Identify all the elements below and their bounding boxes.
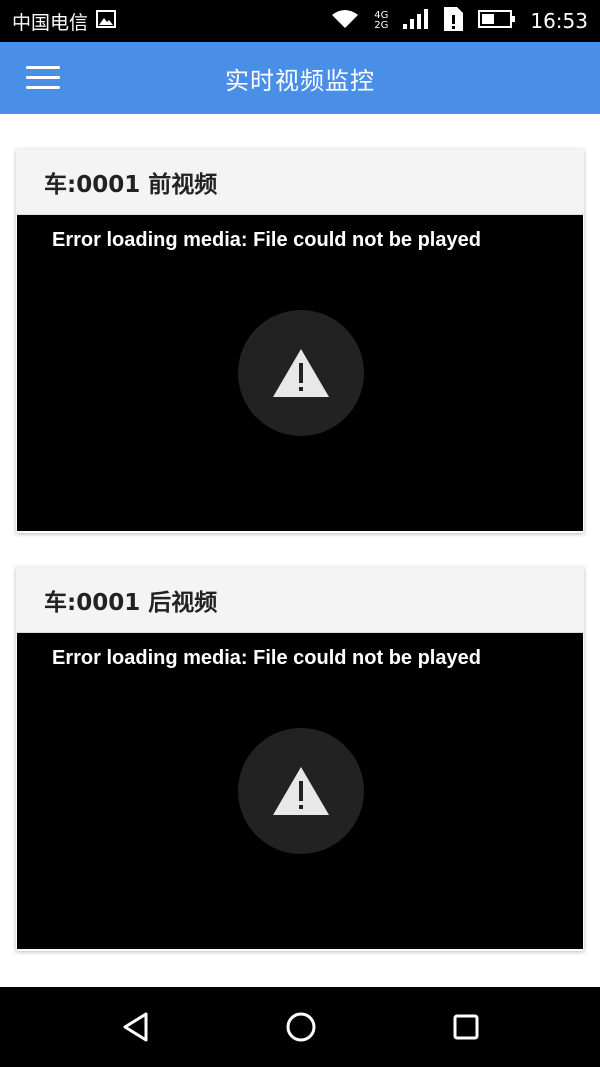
card-title: 车:0001 前视频: [16, 149, 584, 215]
carrier-label: 中国电信: [12, 11, 89, 34]
wifi-icon: [330, 8, 360, 35]
signal-icon: [402, 8, 429, 35]
battery-icon: [478, 9, 516, 34]
rear-video-card: 车:0001 后视频 Error loading media: File cou…: [16, 567, 584, 951]
sim-alert-icon: [442, 6, 464, 37]
error-message: Error loading media: File could not be p…: [52, 647, 481, 669]
status-bar: 中国电信 4G 2G 16:53: [0, 0, 600, 42]
back-triangle-icon[interactable]: [116, 1007, 156, 1047]
warning-icon: [238, 310, 364, 436]
home-circle-icon[interactable]: [281, 1007, 321, 1047]
clock-label: 16:53: [530, 9, 588, 33]
network-type-label: 4G 2G: [374, 10, 389, 31]
video-player[interactable]: Error loading media: File could not be p…: [17, 633, 583, 949]
warning-icon: [238, 728, 364, 854]
page-title: 实时视频监控: [225, 66, 375, 95]
video-player[interactable]: Error loading media: File could not be p…: [17, 215, 583, 531]
gallery-notification-icon: [96, 9, 117, 33]
card-title: 车:0001 后视频: [16, 567, 584, 633]
recents-square-icon[interactable]: [446, 1007, 486, 1047]
system-nav-bar: [0, 987, 600, 1067]
hamburger-menu-icon[interactable]: [26, 66, 60, 90]
app-bar: 实时视频监控: [0, 42, 600, 114]
front-video-card: 车:0001 前视频 Error loading media: File cou…: [16, 149, 584, 533]
error-message: Error loading media: File could not be p…: [52, 229, 481, 251]
